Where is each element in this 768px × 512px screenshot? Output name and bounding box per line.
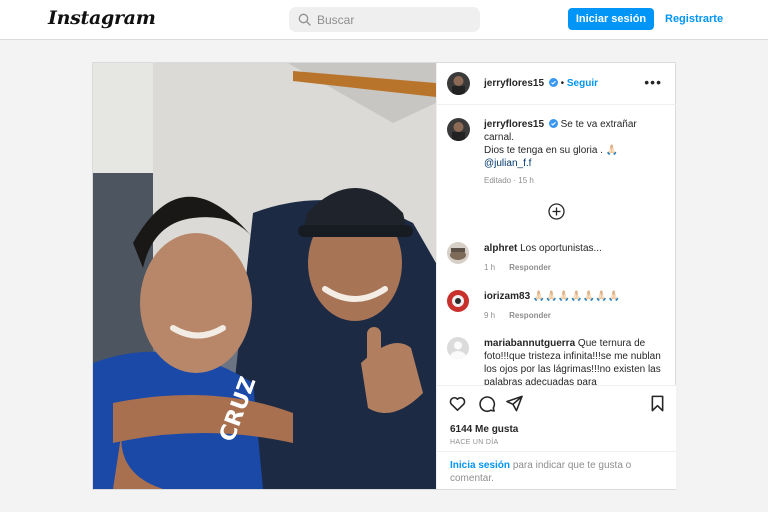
comment-text-line: mariabannutguerra Que ternura de foto!!!… xyxy=(484,337,669,385)
caption-text-line1: Se te va extrañar xyxy=(560,119,637,130)
instagram-logo[interactable]: Instagram xyxy=(48,7,156,29)
post-header: jerryflores15 • Seguir ••• xyxy=(437,63,676,105)
comment-item: alphret Los oportunistas... 1 h Responder xyxy=(447,242,669,278)
caption-text-line2: carnal. xyxy=(484,132,515,143)
login-link[interactable]: Inicia sesión xyxy=(450,460,510,471)
post-card: CRUZ jerryflores15 • Seguir ••• jerryflo… xyxy=(92,62,676,490)
verified-badge-icon xyxy=(548,78,558,87)
comment-avatar[interactable] xyxy=(447,242,469,264)
comment-avatar-image xyxy=(447,242,469,264)
comment-time: 1 h xyxy=(484,263,496,272)
likes-count[interactable]: 6144 Me gusta xyxy=(450,424,518,435)
comment-icon[interactable] xyxy=(477,394,496,413)
comment-user[interactable]: iorizam83 xyxy=(484,291,530,302)
edited-time: 15 h xyxy=(518,176,534,185)
signup-link[interactable]: Registrarte xyxy=(665,13,723,25)
post-sidebar: jerryflores15 • Seguir ••• jerryflores15… xyxy=(436,63,676,489)
post-photo[interactable]: CRUZ xyxy=(93,63,436,489)
caption-text-line3: Dios te tenga en su gloria . 🙏🏻 xyxy=(484,145,619,156)
post-actions: 6144 Me gusta HACE UN DÍA Inicia sesión … xyxy=(437,385,676,489)
post-caption: jerryflores15 Se te va extrañar carnal. … xyxy=(484,118,668,187)
post-author-line: jerryflores15 • Seguir xyxy=(484,78,599,89)
login-button[interactable]: Iniciar sesión xyxy=(568,8,654,30)
default-avatar-icon xyxy=(447,337,469,359)
verified-badge-icon xyxy=(548,119,558,128)
comment-user[interactable]: alphret xyxy=(484,243,517,254)
login-prompt: Inicia sesión para indicar que te gusta … xyxy=(437,451,676,490)
caption-author-avatar-image xyxy=(447,118,470,141)
bookmark-icon[interactable] xyxy=(648,394,667,413)
caption-author-name[interactable]: jerryflores15 xyxy=(484,119,544,130)
author-avatar-image xyxy=(447,72,470,95)
reply-button[interactable]: Responder xyxy=(509,263,551,272)
post-author-name[interactable]: jerryflores15 xyxy=(484,78,544,89)
edited-label: Editado xyxy=(484,176,512,185)
comment-time: 9 h xyxy=(484,311,496,320)
caption-mention-link[interactable]: @julian_f.f xyxy=(484,157,668,170)
comment-user[interactable]: mariabannutguerra xyxy=(484,338,575,349)
caption-meta: Editado · 15 h xyxy=(484,176,534,185)
comment-text: Los oportunistas... xyxy=(520,243,602,254)
comment-avatar[interactable] xyxy=(447,337,469,359)
caption-author-avatar[interactable] xyxy=(447,118,470,141)
follow-button[interactable]: Seguir xyxy=(567,78,598,89)
post-time: HACE UN DÍA xyxy=(450,439,499,446)
comment-meta: 1 h Responder xyxy=(484,263,551,272)
search-input[interactable] xyxy=(317,7,472,32)
comment-meta: 9 h Responder xyxy=(484,311,551,320)
top-navigation-bar: Instagram Iniciar sesión Registrarte xyxy=(0,0,768,40)
comment-avatar-image xyxy=(447,290,469,312)
add-comment-icon[interactable] xyxy=(548,203,565,220)
comment-item: iorizam83 🙏🏻🙏🏻🙏🏻🙏🏻🙏🏻🙏🏻🙏🏻 9 h Responder xyxy=(447,290,669,326)
more-options-icon[interactable]: ••• xyxy=(644,75,662,89)
comment-item: mariabannutguerra Que ternura de foto!!!… xyxy=(447,337,669,385)
reply-button[interactable]: Responder xyxy=(509,311,551,320)
comment-text-line: iorizam83 🙏🏻🙏🏻🙏🏻🙏🏻🙏🏻🙏🏻🙏🏻 xyxy=(484,290,669,303)
caption-first-line: jerryflores15 Se te va extrañar xyxy=(484,118,668,131)
post-photo-illustration: CRUZ xyxy=(93,63,436,489)
comment-avatar[interactable] xyxy=(447,290,469,312)
heart-icon[interactable] xyxy=(448,394,467,413)
comment-text: 🙏🏻🙏🏻🙏🏻🙏🏻🙏🏻🙏🏻🙏🏻 xyxy=(532,291,621,302)
search-icon xyxy=(298,13,311,26)
comment-text-line: alphret Los oportunistas... xyxy=(484,242,669,255)
search-box[interactable] xyxy=(289,7,480,32)
author-avatar[interactable] xyxy=(447,72,470,95)
share-icon[interactable] xyxy=(505,394,524,413)
